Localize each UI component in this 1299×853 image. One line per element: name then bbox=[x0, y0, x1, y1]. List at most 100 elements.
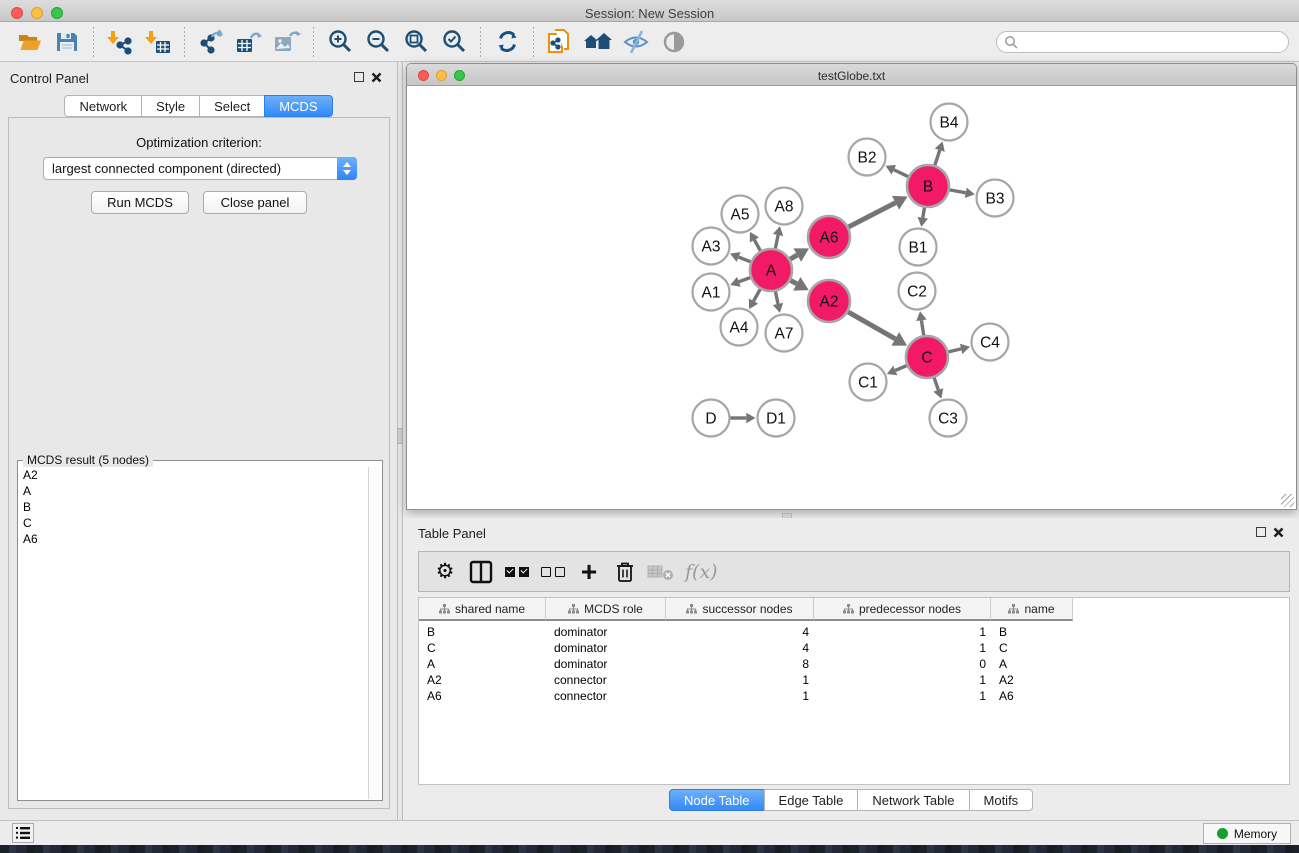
graph-edge-A-A1[interactable] bbox=[739, 278, 750, 282]
table-cell[interactable]: 0 bbox=[814, 657, 991, 671]
save-session-icon[interactable] bbox=[52, 27, 82, 57]
table-cell[interactable]: 1 bbox=[814, 625, 991, 639]
mcds-result-item[interactable]: A6 bbox=[19, 531, 369, 547]
graph-edge-A-A2[interactable] bbox=[790, 280, 796, 283]
optimization-criterion-dropdown[interactable]: largest connected component (directed) bbox=[43, 157, 357, 180]
tab-edge-table[interactable]: Edge Table bbox=[764, 789, 859, 811]
search-field[interactable] bbox=[996, 31, 1289, 53]
table-cell[interactable]: 1 bbox=[814, 641, 991, 655]
show-eye-icon[interactable] bbox=[659, 27, 689, 57]
tab-network-table[interactable]: Network Table bbox=[857, 789, 969, 811]
memory-button[interactable]: Memory bbox=[1203, 823, 1291, 844]
table-cell[interactable]: dominator bbox=[546, 641, 666, 655]
add-column-icon[interactable]: + bbox=[574, 557, 604, 587]
network-window-titlebar[interactable]: testGlobe.txt bbox=[407, 64, 1296, 86]
dropdown-stepper-icon[interactable] bbox=[337, 157, 357, 180]
export-network-icon[interactable] bbox=[196, 27, 226, 57]
table-cell[interactable]: dominator bbox=[546, 657, 666, 671]
table-settings-icon[interactable]: ⚙ bbox=[430, 557, 460, 587]
search-input[interactable] bbox=[1019, 33, 1288, 51]
graph-edge-A-A7[interactable] bbox=[775, 292, 778, 304]
graph-edge-C-C2[interactable] bbox=[921, 320, 923, 335]
function-builder-icon[interactable]: f(x) bbox=[685, 561, 718, 583]
float-panel-icon[interactable] bbox=[354, 72, 364, 82]
table-cell[interactable]: C bbox=[991, 641, 1073, 655]
zoom-fit-icon[interactable] bbox=[401, 27, 431, 57]
tab-network[interactable]: Network bbox=[64, 95, 142, 117]
column-header-successor-nodes[interactable]: successor nodes bbox=[666, 598, 814, 621]
graph-edge-C-C3[interactable] bbox=[934, 378, 938, 390]
table-cell[interactable]: connector bbox=[546, 689, 666, 703]
deselect-all-icon[interactable] bbox=[538, 557, 568, 587]
table-cell[interactable]: A bbox=[419, 657, 546, 671]
table-cell[interactable]: 4 bbox=[666, 641, 814, 655]
table-cell[interactable]: dominator bbox=[546, 625, 666, 639]
tab-motifs[interactable]: Motifs bbox=[969, 789, 1034, 811]
import-network-icon[interactable] bbox=[105, 27, 135, 57]
delete-table-icon[interactable] bbox=[646, 557, 676, 587]
toggle-panes-icon[interactable] bbox=[466, 557, 496, 587]
resize-grip-icon[interactable] bbox=[1281, 494, 1294, 507]
table-cell[interactable]: 1 bbox=[666, 673, 814, 687]
graph-edge-B-B3[interactable] bbox=[950, 190, 966, 193]
home-views-icon[interactable] bbox=[583, 27, 613, 57]
table-row[interactable]: Adominator80A bbox=[419, 656, 1289, 672]
graph-edge-B-B4[interactable] bbox=[935, 150, 940, 165]
import-table-icon[interactable] bbox=[143, 27, 173, 57]
close-panel-icon[interactable] bbox=[371, 72, 382, 83]
table-cell[interactable]: B bbox=[991, 625, 1073, 639]
graph-edge-A-A6[interactable] bbox=[790, 255, 797, 259]
table-cell[interactable]: 8 bbox=[666, 657, 814, 671]
mcds-result-scrollbar[interactable] bbox=[368, 467, 381, 799]
task-history-button[interactable] bbox=[12, 823, 34, 843]
graph-edge-A2-C[interactable] bbox=[848, 312, 895, 339]
graph-edge-A-A5[interactable] bbox=[754, 240, 760, 251]
delete-column-icon[interactable] bbox=[610, 557, 640, 587]
tab-style[interactable]: Style bbox=[141, 95, 200, 117]
select-all-icon[interactable] bbox=[502, 557, 532, 587]
column-header-shared-name[interactable]: shared name bbox=[419, 598, 546, 621]
graph-edge-A-A4[interactable] bbox=[754, 289, 761, 301]
graph-edge-A-A3[interactable] bbox=[739, 257, 751, 262]
graph-edge-A6-B[interactable] bbox=[849, 203, 896, 227]
close-panel-button[interactable]: Close panel bbox=[203, 191, 307, 214]
table-cell[interactable]: A bbox=[991, 657, 1073, 671]
table-row[interactable]: Bdominator41B bbox=[419, 624, 1289, 640]
tab-select[interactable]: Select bbox=[199, 95, 265, 117]
mcds-result-item[interactable]: A bbox=[19, 483, 369, 499]
float-table-panel-icon[interactable] bbox=[1256, 527, 1266, 537]
table-row[interactable]: A6connector11A6 bbox=[419, 688, 1289, 704]
graph-edge-C-C4[interactable] bbox=[948, 349, 961, 352]
table-cell[interactable]: connector bbox=[546, 673, 666, 687]
export-table-icon[interactable] bbox=[234, 27, 264, 57]
table-cell[interactable]: A2 bbox=[991, 673, 1073, 687]
hide-eye-icon[interactable] bbox=[621, 27, 651, 57]
splitter-handle[interactable] bbox=[397, 428, 403, 444]
export-image-icon[interactable] bbox=[272, 27, 302, 57]
tab-node-table[interactable]: Node Table bbox=[669, 789, 765, 811]
node-table[interactable]: shared nameMCDS rolesuccessor nodesprede… bbox=[418, 597, 1290, 785]
column-header-MCDS-role[interactable]: MCDS role bbox=[546, 598, 666, 621]
column-header-predecessor-nodes[interactable]: predecessor nodes bbox=[814, 598, 991, 621]
graph-edge-A-A8[interactable] bbox=[775, 235, 778, 248]
mcds-result-item[interactable]: A2 bbox=[19, 467, 369, 483]
duplicate-network-icon[interactable] bbox=[545, 27, 575, 57]
table-cell[interactable]: B bbox=[419, 625, 546, 639]
graph-edge-C-C1[interactable] bbox=[895, 366, 906, 371]
run-mcds-button[interactable]: Run MCDS bbox=[91, 191, 189, 214]
table-cell[interactable]: A6 bbox=[991, 689, 1073, 703]
table-cell[interactable]: 1 bbox=[666, 689, 814, 703]
table-cell[interactable]: 4 bbox=[666, 625, 814, 639]
column-header-name[interactable]: name bbox=[991, 598, 1073, 621]
mcds-result-item[interactable]: C bbox=[19, 515, 369, 531]
table-cell[interactable]: A6 bbox=[419, 689, 546, 703]
tab-mcds[interactable]: MCDS bbox=[264, 95, 332, 117]
table-row[interactable]: Cdominator41C bbox=[419, 640, 1289, 656]
table-cell[interactable]: 1 bbox=[814, 689, 991, 703]
zoom-in-icon[interactable] bbox=[325, 27, 355, 57]
table-cell[interactable]: 1 bbox=[814, 673, 991, 687]
close-table-panel-icon[interactable] bbox=[1273, 527, 1284, 538]
mcds-result-item[interactable]: B bbox=[19, 499, 369, 515]
table-cell[interactable]: A2 bbox=[419, 673, 546, 687]
graph-edge-B-B1[interactable] bbox=[923, 208, 925, 218]
